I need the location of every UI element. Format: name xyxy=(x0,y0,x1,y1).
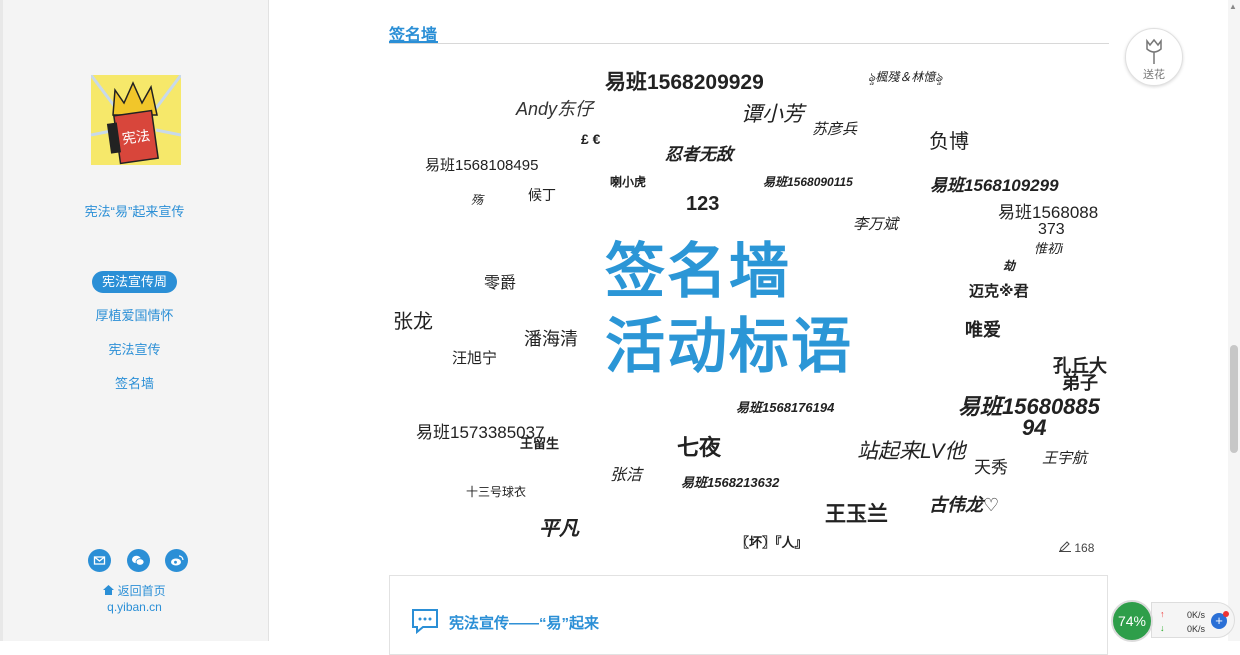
signature: 易班1568088 xyxy=(998,203,1099,222)
message-icon xyxy=(411,608,439,639)
signature: 王宇航 xyxy=(1042,450,1088,467)
signature: 易班1568213632 xyxy=(681,475,780,490)
send-flower-button[interactable]: 送花 xyxy=(1125,28,1183,86)
signature: 〖坏〗『人』 xyxy=(736,535,808,550)
net-speed-box: ↑ ↓ 0K/s 0K/s + xyxy=(1151,602,1235,638)
signature: 易班1568109299 xyxy=(930,176,1059,195)
nav-item-constitution-week[interactable]: 宪法宣传周 xyxy=(0,271,269,305)
mail-icon[interactable] xyxy=(88,549,111,572)
wechat-icon[interactable] xyxy=(126,549,150,572)
signature: 王玉兰 xyxy=(825,503,888,526)
pen-icon xyxy=(1059,541,1074,555)
signature: 易班1568209929 xyxy=(605,71,764,94)
notification-dot xyxy=(1223,611,1229,617)
weibo-icon[interactable] xyxy=(165,549,188,572)
signature: 汪旭宁 xyxy=(452,350,498,367)
signature: 苏彦兵 xyxy=(812,121,858,138)
signature: 谭小芳 xyxy=(741,103,804,126)
sidebar: 宪法 宪法“易”起来宣传 宪法宣传周 厚植爱国情怀 宪法宣传 签名墙 返回首页 … xyxy=(0,0,269,641)
content-panel: 宪法宣传——“易”起来 xyxy=(389,575,1108,655)
signature: 古伟龙♡ xyxy=(929,495,1000,515)
signature-wall: 易班1568209929 ৡ楓殘＆林憶ৡ Andy东仔 谭小芳 苏彦兵 £ € … xyxy=(389,60,1114,560)
signature: £ € xyxy=(581,131,601,147)
signature: 易班1568108495 xyxy=(425,157,539,174)
section-divider xyxy=(389,43,1109,44)
signature: 张洁 xyxy=(610,467,643,484)
download-arrow-icon: ↓ xyxy=(1160,623,1165,633)
nav-item-signature-wall[interactable]: 签名墙 xyxy=(0,373,269,407)
home-url[interactable]: q.yiban.cn xyxy=(0,600,269,614)
scroll-up-icon[interactable]: ▲ xyxy=(1229,2,1237,11)
signature: 123 xyxy=(686,193,720,215)
signature: 候丁 xyxy=(528,187,556,203)
headline-line2: 活动标语 xyxy=(605,313,853,380)
nav-item-patriotism[interactable]: 厚植爱国情怀 xyxy=(0,305,269,339)
upload-arrow-icon: ↑ xyxy=(1160,609,1165,619)
signature: 张龙 xyxy=(393,311,433,333)
signature: 忍者无敌 xyxy=(665,145,733,164)
signature: 易班1568176194 xyxy=(736,400,835,415)
signature: 七夜 xyxy=(677,435,722,460)
page-scrollbar[interactable]: ▲ xyxy=(1228,0,1240,641)
signature: 天秀 xyxy=(974,458,1008,477)
panel-title[interactable]: 宪法宣传——“易”起来 xyxy=(449,612,599,633)
signature: 94 xyxy=(1022,415,1047,440)
signature-count: 168 xyxy=(1059,541,1094,555)
signature: 王留生 xyxy=(520,436,560,451)
signature: 喇小虎 xyxy=(610,175,647,189)
signature: 劫 xyxy=(1003,259,1016,273)
send-flower-label: 送花 xyxy=(1143,69,1165,81)
signature: 零爵 xyxy=(484,275,517,292)
signature: 潘海清 xyxy=(524,329,578,349)
scroll-thumb[interactable] xyxy=(1230,345,1238,453)
upload-speed: 0K/s xyxy=(1187,610,1206,620)
signature: 平凡 xyxy=(539,518,579,540)
home-link[interactable]: 返回首页 xyxy=(0,582,269,599)
signature: 唯爱 xyxy=(965,320,1001,340)
site-title[interactable]: 宪法“易”起来宣传 xyxy=(0,201,269,220)
signature: 殇 xyxy=(471,193,484,207)
social-icons xyxy=(88,549,188,572)
signature: 负博 xyxy=(929,131,969,153)
headline-line1: 签名墙 xyxy=(605,238,791,305)
download-speed: 0K/s xyxy=(1187,624,1206,634)
memory-percent[interactable]: 74% xyxy=(1111,600,1153,642)
nav-item-constitution-promotion[interactable]: 宪法宣传 xyxy=(0,339,269,373)
signature: 站起来LV他 xyxy=(857,440,966,463)
signature: Andy东仔 xyxy=(516,99,594,119)
signature: 弟子 xyxy=(1062,373,1098,393)
home-label: 返回首页 xyxy=(117,584,166,598)
signature: 惟初i xyxy=(1034,241,1063,256)
signature: 373 xyxy=(1038,221,1065,238)
signature: ৡ楓殘＆林憶ৡ xyxy=(868,70,943,84)
sidebar-nav: 宪法宣传周 厚植爱国情怀 宪法宣传 签名墙 xyxy=(0,271,269,407)
signature-count-value: 168 xyxy=(1074,541,1095,555)
network-speed-widget[interactable]: ↑ ↓ 0K/s 0K/s + 74% xyxy=(1111,598,1236,642)
avatar: 宪法 xyxy=(91,75,181,165)
signature: 十三号球衣 xyxy=(466,485,527,499)
signature: 迈克※君 xyxy=(969,283,1029,300)
signature: 易班1568090115 xyxy=(763,175,853,189)
signature: 李万斌 xyxy=(853,216,899,233)
home-icon xyxy=(103,584,117,598)
